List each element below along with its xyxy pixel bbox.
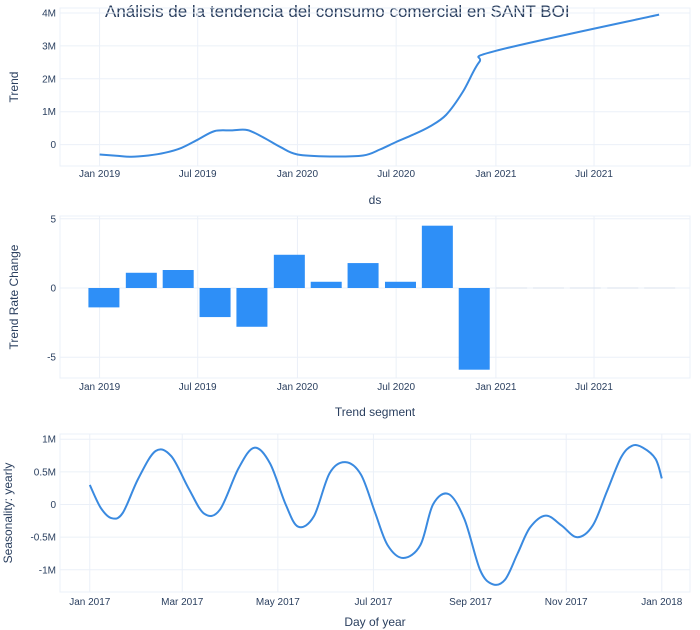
x-tick-label: Jan 2017 [69,597,111,608]
bar [162,270,194,288]
figure: Jan 2019 Jul 2019 Jan 2020 Jul 2020 Jan 2021… [1,7,691,629]
x-tick-label: Jan 2020 [277,169,319,180]
x-tick-label: Nov 2017 [545,597,588,608]
x-tick-label: Jan 2018 [641,597,683,608]
y-tick-label: -5 [47,353,56,364]
x-tick-label: Jan 2019 [79,382,121,393]
series-line [99,13,660,158]
x-tick-label: Jul 2020 [377,169,415,180]
bar [125,272,157,288]
x-tick-label: Jul 2019 [179,169,217,180]
y-tick-label: -1M [39,565,56,576]
y-tick-label: 1M [42,435,56,446]
x-tick-label: Jan 2020 [277,382,319,393]
y-tick-label: 0 [50,284,56,295]
y-tick-label: 1M [42,107,56,118]
y-axis-label: Trend [7,72,21,103]
bar [458,288,490,370]
bar [347,263,379,288]
bar [421,225,453,288]
y-axis-label: Trend Rate Change [7,244,21,349]
plot-frame [59,215,691,379]
series-line [88,444,663,586]
y-tick-label: -0.5M [30,533,56,544]
y-tick-label: 0.5M [34,467,56,478]
x-tick-label: Sep 2017 [449,597,492,608]
x-axis-label: Day of year [344,615,405,629]
plot-frame [59,7,691,167]
y-tick-label: 0 [50,140,56,151]
panel-3: Jan 2017 Mar 2017 May 2017 Jul 2017 Sep 2017… [1,433,691,629]
x-axis-label: Trend segment [335,405,416,419]
bar [88,288,120,308]
y-tick-label: 2M [42,74,56,85]
bar [310,281,342,288]
x-tick-label: Jul 2020 [377,382,415,393]
x-tick-label: Jul 2019 [179,382,217,393]
x-axis-label: ds [369,193,382,207]
bar [384,281,416,288]
x-tick-label: Jan 2021 [475,169,517,180]
x-tick-label: Jan 2019 [79,169,121,180]
panel-1: Jan 2019 Jul 2019 Jan 2020 Jul 2020 Jan 2021… [7,7,691,207]
x-tick-label: Mar 2017 [161,597,204,608]
bar [236,288,268,327]
y-tick-label: 0 [50,500,56,511]
x-tick-label: May 2017 [256,597,300,608]
y-tick-label: 4M [42,8,56,19]
bar [199,288,231,318]
y-tick-label: 5 [50,214,56,225]
panel-2: Jan 2019 Jul 2019 Jan 2020 Jul 2020 Jan 2021… [7,214,691,419]
x-tick-label: Jan 2021 [475,382,517,393]
x-tick-label: Jul 2021 [575,382,613,393]
y-axis-label: Seasonality: yearly [1,463,15,564]
x-tick-label: Jul 2021 [575,169,613,180]
bar [273,254,305,288]
y-tick-label: 3M [42,41,56,52]
x-tick-label: Jul 2017 [355,597,393,608]
